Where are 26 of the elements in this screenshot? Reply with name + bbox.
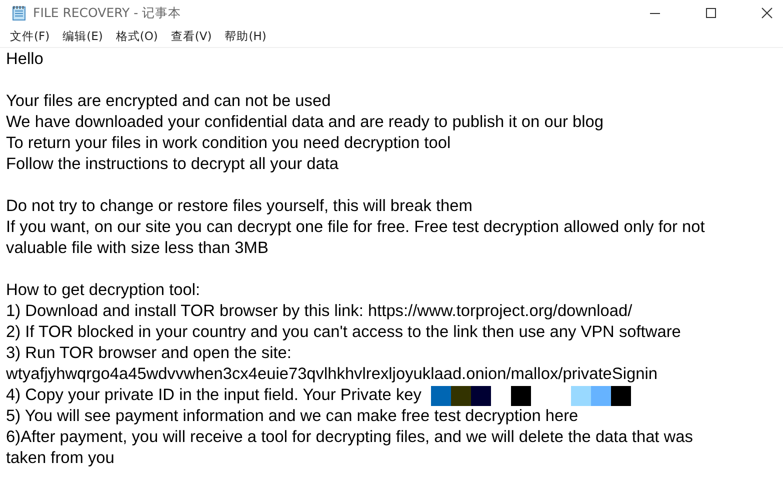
text-line: Follow the instructions to decrypt all your data (6, 154, 339, 175)
text-line: 2) If TOR blocked in your country and you can't access to the link then use any VPN software (6, 322, 681, 343)
text-line: 5) You will see payment information and we can make free test decryption here (6, 406, 578, 427)
text-line: 4) Copy your private ID in the input field. Your Private key (6, 385, 422, 406)
text-line: 6)After payment, you will receive a tool for decrypting files, and we will delete the data that was (6, 427, 693, 448)
close-icon[interactable] (761, 7, 773, 19)
text-line: We have downloaded your confidential data and are ready to publish it on our blog (6, 112, 604, 133)
menu-item[interactable]: 格式(O) (116, 29, 158, 44)
text-line: To return your files in work condition you need decryption tool (6, 133, 451, 154)
notepad-icon (11, 5, 27, 21)
maximize-icon[interactable] (705, 7, 717, 19)
text-line: If you want, on our site you can decrypt one file for free. Free test decryption allowed only for not (6, 217, 705, 238)
text-line: valuable file with size less than 3MB (6, 238, 268, 259)
menu-item[interactable]: 文件(F) (10, 29, 50, 44)
text-line: Your files are encrypted and can not be used (6, 91, 331, 112)
text-line: How to get decryption tool: (6, 280, 200, 301)
text-line: Do not try to change or restore files yourself, this will break them (6, 196, 472, 217)
menu-item[interactable]: 编辑(E) (62, 29, 103, 44)
text-line: 3) Run TOR browser and open the site: (6, 343, 292, 364)
menu-item[interactable]: 帮助(H) (224, 29, 266, 44)
menu-item[interactable]: 查看(V) (170, 29, 212, 44)
text-line: 1) Download and install TOR browser by this link: https://www.torproject.org/download/ (6, 301, 632, 322)
text-line: taken from you (6, 448, 114, 469)
window-title: FILE RECOVERY - 记事本 (33, 4, 182, 22)
text-line: Hello (6, 49, 44, 70)
text-line: wtyafjyhwqrgo4a45wdvvwhen3cx4euie73qvlhkhvlrexljoyuklaad.onion/mallox/privateSignin (6, 364, 658, 385)
